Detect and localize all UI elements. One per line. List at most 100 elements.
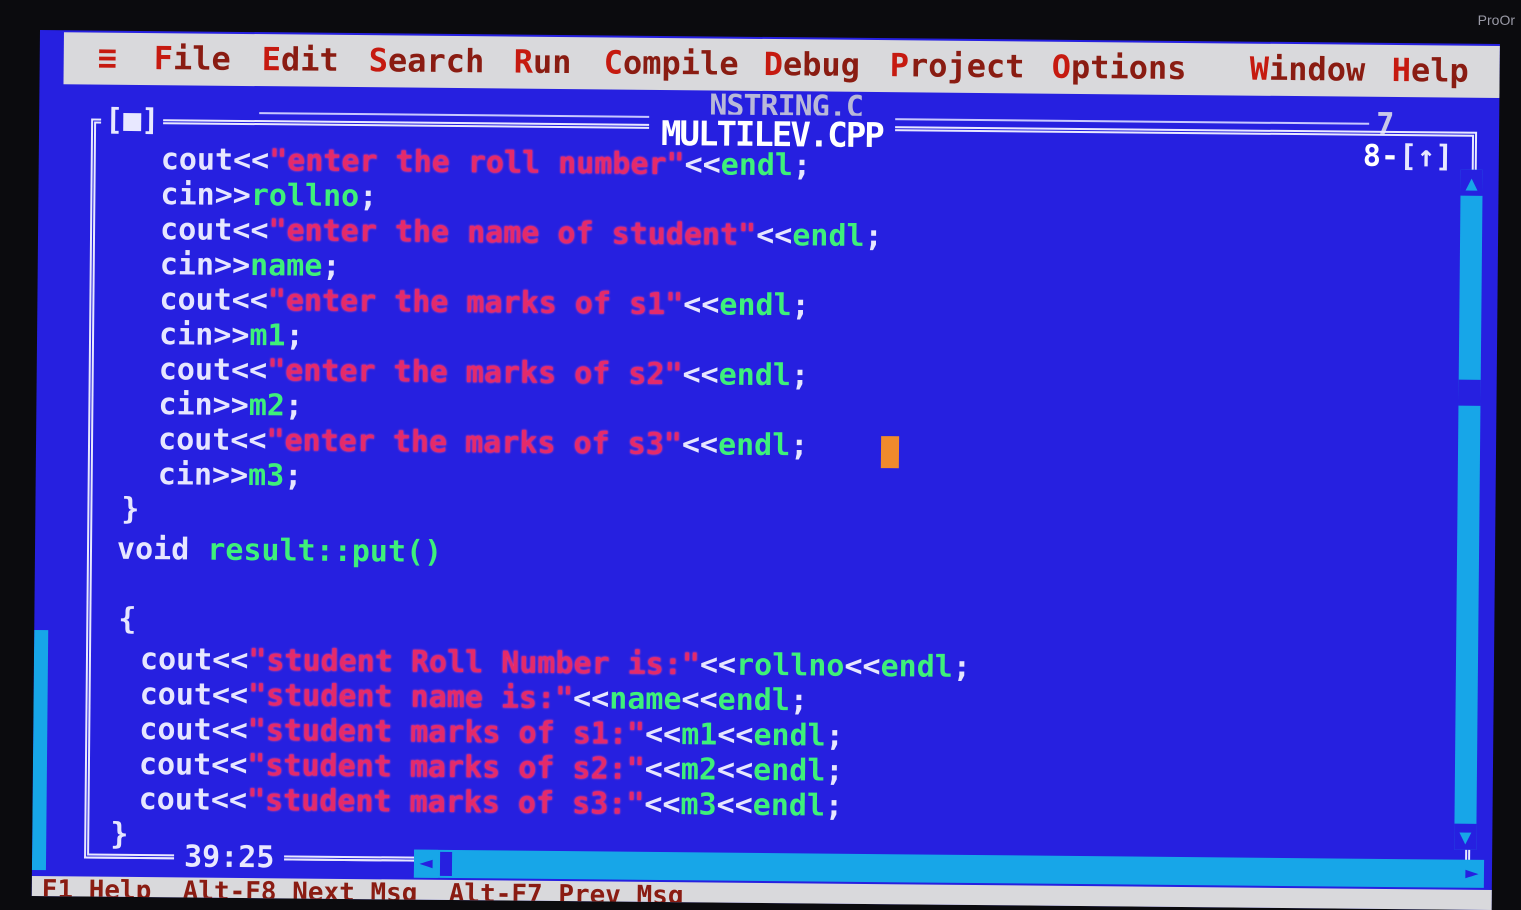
menu-item-edit[interactable]: Edit [262,40,339,79]
code-token: ; [953,650,971,685]
background-window-border [869,118,1369,125]
close-box-label: [■] [105,103,160,139]
code-token: cin>> [142,177,251,213]
code-token: "student marks of s3:" [247,783,645,822]
code-token: m2 [681,752,717,787]
code-token: << [682,427,718,462]
code-token: ; [826,719,844,754]
menu-item-label: ompile [623,44,739,83]
vertical-scroll-thumb[interactable] [1458,380,1480,406]
menu-item-compile[interactable]: Compile [604,43,739,82]
scroll-right-arrow-icon[interactable]: ► [1460,860,1484,888]
code-token: m1 [681,717,717,752]
code-token: cin>> [141,317,250,353]
scroll-up-arrow-icon[interactable]: ▲ [1460,170,1482,196]
code-token: cin>> [140,387,249,423]
code-token: rollno [251,178,360,214]
code-token: "enter the marks of s2" [267,353,683,392]
scroll-down-arrow-icon[interactable]: ▼ [1454,824,1476,850]
code-line[interactable]: void result::put() [117,533,442,570]
close-box-button[interactable]: [■] [101,103,164,139]
code-token: m2 [249,388,285,423]
code-token: cout<< [143,142,270,178]
code-token: endl [753,753,826,789]
code-token: << [645,752,681,787]
menu-item-label: roject [909,46,1025,85]
code-token: ; [790,428,808,463]
code-token: ; [793,148,811,183]
code-line[interactable]: cin>>m1; [141,318,304,354]
menu-item-debug[interactable]: Debug [764,45,861,84]
code-token: rollno [736,648,845,684]
code-line[interactable]: { [118,603,136,637]
code-token: ; [285,388,303,423]
menu-item-search[interactable]: Search [369,41,485,80]
menu-item-label: ebug [783,45,860,84]
code-editor[interactable]: cout<<"enter the roll number"<<endl; cin… [100,143,1457,856]
code-token: endl [753,718,826,754]
menu-item-label: ptions [1071,48,1187,87]
menu-item-options[interactable]: Options [1052,48,1187,87]
code-line[interactable]: cin>>rollno; [142,178,377,214]
code-line[interactable]: } [121,493,139,527]
code-token: "enter the marks of s3" [266,423,682,462]
code-token: << [700,647,736,682]
code-line[interactable]: cin>>m2; [140,388,303,424]
code-token: m3 [680,787,716,822]
code-token: cout<< [141,352,268,388]
code-token: ; [359,179,377,214]
code-token: endl [719,288,792,324]
code-token: name [250,248,323,284]
code-token: ; [790,683,808,718]
left-edge-strip [32,630,48,870]
menu-item-label: indow [1269,50,1366,89]
code-token: endl [753,788,826,824]
code-token: cout<< [142,212,269,248]
code-token: ; [791,288,809,323]
code-token: cout<< [140,422,267,458]
menu-item-label: dit [281,40,339,79]
code-token: endl [721,148,794,184]
code-token: << [756,218,792,253]
menu-hotkey-letter: D [764,45,784,83]
system-menu-icon[interactable]: ≡ [98,39,118,77]
menu-item-run[interactable]: Run [514,43,572,82]
menu-item-file[interactable]: File [154,39,231,78]
code-token: << [645,717,681,752]
code-line[interactable]: cin>>m3; [140,458,303,494]
menu-hotkey-letter: H [1391,51,1411,89]
code-token: << [717,718,753,753]
menu-item-window[interactable]: Window [1250,50,1366,89]
code-token: { [118,602,136,637]
code-token: endl [718,428,791,464]
code-token: ; [825,754,843,789]
code-token: cin>> [140,457,249,493]
code-token: cout<< [122,642,249,678]
horizontal-scroll-thumb[interactable] [440,852,452,876]
code-token: ; [864,219,882,254]
code-token: "enter the marks of s1" [268,283,684,322]
code-token: << [717,753,753,788]
menu-item-help[interactable]: Help [1391,51,1468,90]
menu-hotkey-letter: E [262,40,282,78]
code-token: << [683,287,719,322]
code-token: ; [791,358,809,393]
menu-hotkey-letter: W [1250,50,1270,88]
code-token: cin>> [142,247,251,283]
code-token: m3 [248,458,284,493]
code-token: cout<< [121,712,248,748]
code-line[interactable]: cout<<"student marks of s3:"<<m3<<endl; [120,783,843,824]
menu-item-project[interactable]: Project [890,46,1025,85]
background-window-border [259,112,659,118]
code-line[interactable]: cin>>name; [142,248,341,284]
ide-screen: ≡ File Edit Search Run Compile Debug Project Opt… [32,30,1500,910]
code-token: "student marks of s2:" [247,748,645,787]
menu-hotkey-letter: F [154,39,174,77]
scroll-left-arrow-icon[interactable]: ◄ [414,850,438,878]
code-token: cout<< [121,677,248,713]
code-token: endl [719,358,792,394]
code-token: << [644,787,680,822]
code-token: << [573,681,609,716]
menu-item-label: ile [173,39,231,78]
menu-item-label: earch [388,41,485,80]
